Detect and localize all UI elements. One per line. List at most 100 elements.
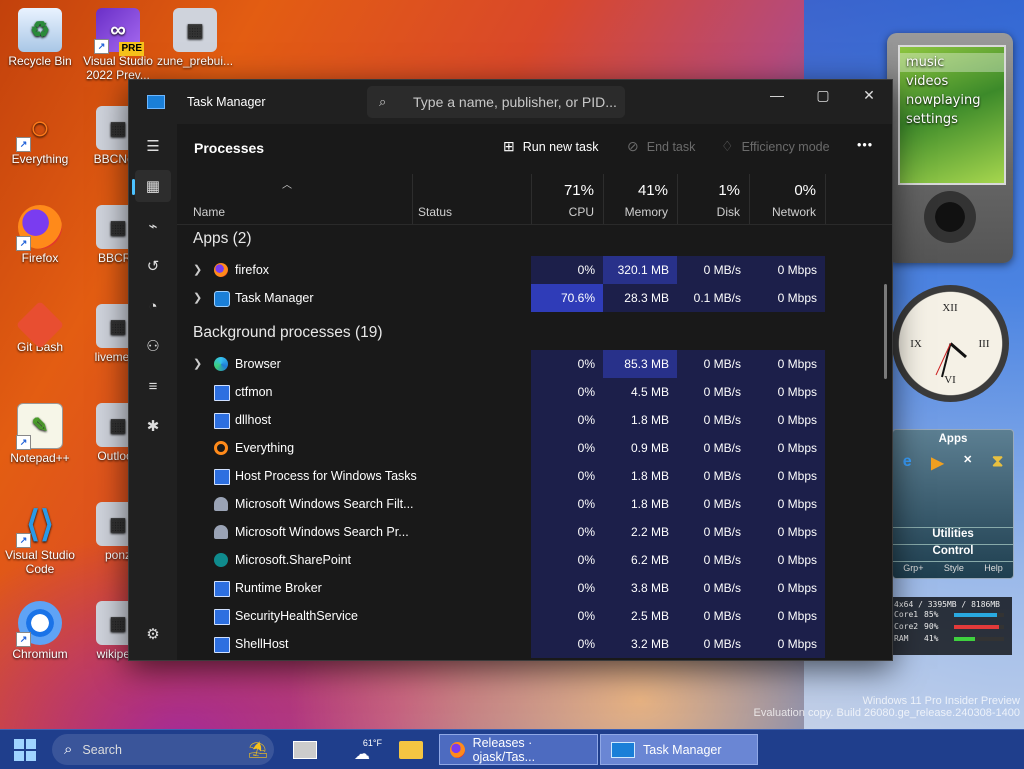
media-player-icon[interactable]: ▶ xyxy=(931,453,943,473)
process-memory-value: 4.5 MB xyxy=(603,378,677,406)
desktop-icon-firefox[interactable]: ↗ Firefox xyxy=(0,205,80,265)
watermark-line-2: Evaluation copy. Build 26080.ge_release.… xyxy=(753,707,1020,719)
run-new-task-button[interactable]: ⊞ Run new task xyxy=(503,138,598,155)
process-disk-value: 0 MB/s xyxy=(677,546,749,574)
process-row[interactable]: ctfmon 0% 4.5 MB 0 MB/s 0 Mbps xyxy=(177,378,825,406)
process-network-value: 0 Mbps xyxy=(749,350,825,378)
internet-explorer-icon[interactable]: e xyxy=(903,453,912,473)
search-input[interactable]: ⌕ Type a name, publisher, or PID... xyxy=(367,86,625,118)
expand-chevron-icon[interactable]: ❯ xyxy=(193,350,202,378)
search-icon: ⌕ xyxy=(379,94,387,109)
process-row[interactable]: Host Process for Windows Tasks 0% 1.8 MB 0 … xyxy=(177,462,825,490)
apps-gadget-grp[interactable]: Grp+ xyxy=(903,563,923,573)
process-list: Apps (2) ❯ firefox 0% 320.1 MB 0 MB/s 0 Mbps ❯ T… xyxy=(177,226,892,660)
shortcut-arrow-icon: ↗ xyxy=(16,236,31,251)
process-memory-value: 3.2 MB xyxy=(603,630,677,658)
minimize-button[interactable]: — xyxy=(754,80,800,110)
shortcut-arrow-icon: ↗ xyxy=(16,137,31,152)
hourglass-icon[interactable]: ⧗ xyxy=(992,453,1003,473)
process-cpu-value: 70.6% xyxy=(531,284,603,312)
nav-app-history-icon[interactable]: ↺ xyxy=(135,250,171,282)
svg-text:VI: VI xyxy=(944,374,956,386)
desktop-icon-chromium[interactable]: ↗ Chromium xyxy=(0,601,80,661)
zune-gadget[interactable]: music videos nowplaying settings xyxy=(887,33,1013,263)
column-cpu[interactable]: 71% CPU xyxy=(531,174,604,224)
end-task-button[interactable]: ⊘ End task xyxy=(627,138,695,155)
apps-gadget-control[interactable]: Control xyxy=(893,544,1013,557)
x-tool-icon[interactable]: ✕ xyxy=(963,453,972,473)
process-memory-value: 0.9 MB xyxy=(603,434,677,462)
process-row[interactable]: ❯ firefox 0% 320.1 MB 0 MB/s 0 Mbps xyxy=(177,256,825,284)
process-row[interactable]: Runtime Broker 0% 3.8 MB 0 MB/s 0 Mbps xyxy=(177,574,825,602)
column-network[interactable]: 0% Network xyxy=(749,174,826,224)
desktop-icon-notepad-plus-plus[interactable]: ✎ ↗ Notepad++ xyxy=(0,403,80,465)
nav-startup-apps-icon[interactable]: ◔ xyxy=(135,290,171,322)
shortcut-arrow-icon: ↗ xyxy=(94,39,109,54)
taskbar-firefox-releases[interactable]: Releases · ojask/Tas... xyxy=(439,734,598,765)
desktop-icon-recycle-bin[interactable]: ♻ Recycle Bin xyxy=(0,8,80,68)
maximize-button[interactable]: ▢ xyxy=(800,80,846,110)
search-service-icon xyxy=(214,525,228,539)
taskbar-task-manager[interactable]: Task Manager xyxy=(600,734,758,765)
firefox-icon xyxy=(450,741,465,758)
recycle-bin-icon: ♻ xyxy=(18,8,62,52)
process-disk-value: 0.1 MB/s xyxy=(677,284,749,312)
expand-chevron-icon[interactable]: ❯ xyxy=(193,256,202,284)
zune-menu-videos[interactable]: videos xyxy=(900,72,1004,91)
desktop-icon-git-bash[interactable]: Git Bash xyxy=(0,300,80,354)
hamburger-menu-icon[interactable]: ☰ xyxy=(135,130,171,162)
column-name[interactable]: ︿ Name xyxy=(177,174,413,224)
apps-gadget-style[interactable]: Style xyxy=(944,563,964,573)
process-row[interactable]: Microsoft Windows Search Pr... 0% 2.2 MB 0 … xyxy=(177,518,825,546)
desktop-icon-zune-prebuilt[interactable]: ▦ zune_prebui... xyxy=(155,8,235,68)
efficiency-mode-button[interactable]: ♢ Efficiency mode xyxy=(721,138,830,155)
column-disk[interactable]: 1% Disk xyxy=(677,174,750,224)
process-row[interactable]: dllhost 0% 1.8 MB 0 MB/s 0 Mbps xyxy=(177,406,825,434)
zune-menu-settings[interactable]: settings xyxy=(900,110,1004,129)
process-row[interactable]: ❯ Browser 0% 85.3 MB 0 MB/s 0 Mbps xyxy=(177,350,825,378)
section-background: Background processes (19) xyxy=(177,320,825,348)
apps-gadget[interactable]: Apps e ▶ ✕ ⧗ Utilities Control Grp+ Styl… xyxy=(892,429,1014,579)
process-name: Microsoft Windows Search Filt... xyxy=(235,497,414,511)
zune-menu-nowplaying[interactable]: nowplaying xyxy=(900,91,1004,110)
process-row[interactable]: ShellHost 0% 3.2 MB 0 MB/s 0 Mbps xyxy=(177,630,825,658)
scrollbar-thumb[interactable] xyxy=(884,284,887,379)
app-window-icon xyxy=(214,413,230,429)
zune-wheel[interactable] xyxy=(924,191,976,243)
column-status[interactable]: Status xyxy=(412,174,532,224)
expand-chevron-icon[interactable]: ❯ xyxy=(193,284,202,312)
column-memory[interactable]: 41% Memory xyxy=(603,174,678,224)
close-button[interactable]: ✕ xyxy=(846,80,892,110)
desktop-icon-everything[interactable]: ○ ↗ Everything xyxy=(0,106,80,166)
nav-performance-icon[interactable]: ⌁ xyxy=(135,210,171,242)
start-button[interactable] xyxy=(12,734,38,765)
apps-gadget-title: Apps xyxy=(938,433,968,445)
search-placeholder: Type a name, publisher, or PID... xyxy=(413,94,617,110)
task-view-button[interactable] xyxy=(292,734,318,765)
window-title: Task Manager xyxy=(187,95,266,109)
process-cpu-value: 0% xyxy=(531,518,603,546)
desktop-icon-vscode[interactable]: ⟨⟩ ↗ Visual Studio Code xyxy=(0,502,80,577)
process-row[interactable]: SecurityHealthService 0% 2.5 MB 0 MB/s 0 Mbp… xyxy=(177,602,825,630)
nav-users-icon[interactable]: ⚇ xyxy=(135,330,171,362)
nav-services-icon[interactable]: ✱ xyxy=(135,410,171,442)
zune-menu-music[interactable]: music xyxy=(900,53,1004,72)
apps-gadget-help[interactable]: Help xyxy=(984,563,1003,573)
process-memory-value: 3.8 MB xyxy=(603,574,677,602)
apps-gadget-utilities[interactable]: Utilities xyxy=(893,527,1013,540)
process-row[interactable]: Everything 0% 0.9 MB 0 MB/s 0 Mbps xyxy=(177,434,825,462)
process-memory-value: 2.2 MB xyxy=(603,518,677,546)
desktop-icon-visual-studio-preview[interactable]: ∞ PRE ↗ Visual Studio 2022 Prev... xyxy=(78,8,158,82)
svg-text:IX: IX xyxy=(910,338,922,350)
process-row[interactable]: Microsoft.SharePoint 0% 6.2 MB 0 MB/s 0 Mbps xyxy=(177,546,825,574)
process-row[interactable]: ❯ Task Manager 70.6% 28.3 MB 0.1 MB/s 0 Mbps xyxy=(177,284,825,312)
title-bar[interactable]: Task Manager ⌕ Type a name, publisher, o… xyxy=(129,80,892,124)
taskbar-search[interactable]: ⌕ Search ⛱ xyxy=(52,734,274,765)
file-explorer-button[interactable] xyxy=(398,734,424,765)
nav-settings-icon[interactable]: ⚙ xyxy=(135,618,171,650)
weather-widget[interactable]: 61°F ☁ xyxy=(342,734,382,765)
more-options-button[interactable]: ••• xyxy=(857,138,873,152)
nav-processes-icon[interactable]: ▦ xyxy=(132,170,171,202)
process-row[interactable]: Microsoft Windows Search Filt... 0% 1.8 MB… xyxy=(177,490,825,518)
nav-details-icon[interactable]: ≡ xyxy=(135,370,171,402)
